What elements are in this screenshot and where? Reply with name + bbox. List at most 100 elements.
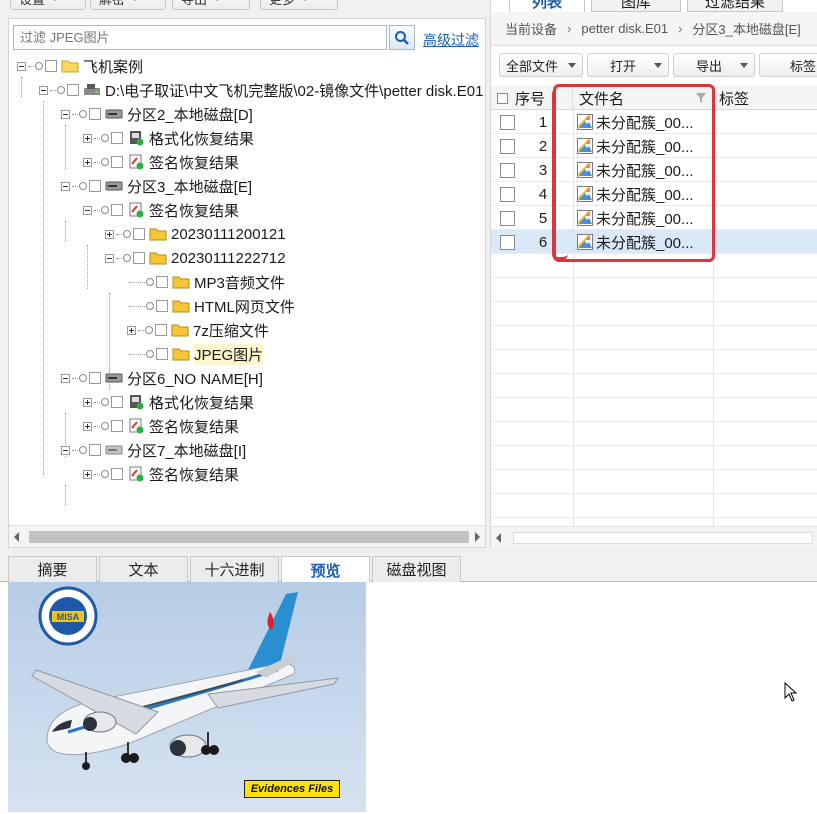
scrollbar-track[interactable] — [513, 532, 813, 544]
tree-checkbox[interactable] — [89, 180, 101, 192]
row-checkbox[interactable] — [500, 114, 515, 130]
tree-horizontal-scrollbar[interactable] — [9, 525, 485, 547]
tree-node-mp3[interactable]: MP3音频文件 — [129, 271, 285, 293]
tab-filter-results[interactable]: 过滤结果 — [687, 0, 783, 12]
filter-search-button[interactable] — [389, 25, 415, 50]
tree-checkbox[interactable] — [133, 252, 145, 264]
tree-node-7z[interactable]: 7z压缩文件 — [127, 319, 269, 341]
tree-node-partition-i[interactable]: 分区7_本地磁盘[I] — [61, 439, 246, 461]
expand-icon[interactable] — [83, 469, 92, 479]
tab-gallery[interactable]: 图库 — [591, 0, 681, 12]
radio-icon — [101, 398, 109, 406]
tree-node-label: MP3音频文件 — [194, 274, 285, 292]
settings-button[interactable]: 设置 — [10, 0, 86, 10]
tree-checkbox[interactable] — [89, 108, 101, 120]
tree-checkbox[interactable] — [45, 60, 57, 72]
row-checkbox[interactable] — [500, 186, 515, 202]
tree-node-jpeg[interactable]: JPEG图片 — [129, 343, 264, 365]
tree-checkbox[interactable] — [111, 204, 123, 216]
decrypt-button[interactable]: 解密 — [90, 0, 166, 10]
advanced-filter-link[interactable]: 高级过滤 — [423, 30, 479, 50]
expand-icon[interactable] — [83, 157, 92, 167]
breadcrumb-item[interactable]: petter disk.E01 — [581, 21, 668, 36]
tree-node-format-recovery[interactable]: 格式化恢复结果 — [83, 127, 254, 149]
chevron-down-icon — [213, 0, 222, 1]
tree-checkbox[interactable] — [89, 372, 101, 384]
grid-horizontal-scrollbar[interactable] — [491, 526, 817, 548]
tree-node-signature-recovery[interactable]: 签名恢复结果 — [83, 151, 239, 173]
tree-node-folder-222712[interactable]: 20230111222712 — [105, 247, 286, 269]
export-top-label: 导出 — [181, 0, 207, 8]
tab-disk-view[interactable]: 磁盘视图 — [372, 556, 461, 582]
collapse-icon[interactable] — [83, 205, 92, 215]
tree-node-case[interactable]: 飞机案例 — [17, 55, 143, 77]
tree-checkbox[interactable] — [111, 156, 123, 168]
tree-node-signature-recovery-i[interactable]: 签名恢复结果 — [83, 463, 239, 485]
row-checkbox[interactable] — [500, 138, 515, 154]
export-top-button[interactable]: 导出 — [172, 0, 250, 10]
select-all-checkbox[interactable] — [497, 92, 508, 104]
tree-node-folder-200121[interactable]: 20230111200121 — [105, 223, 286, 245]
tab-hex[interactable]: 十六进制 — [190, 556, 279, 582]
more-button[interactable]: 更多 — [260, 0, 338, 10]
tree-checkbox[interactable] — [111, 132, 123, 144]
misa-logo: MISA — [38, 586, 98, 646]
scrollbar-thumb[interactable] — [29, 531, 469, 543]
radio-icon — [145, 326, 153, 334]
tree-node-label: 分区3_本地磁盘[E] — [127, 178, 253, 196]
tab-summary[interactable]: 摘要 — [8, 556, 97, 582]
scroll-left-icon[interactable] — [14, 532, 19, 542]
tree-checkbox[interactable] — [111, 396, 123, 408]
tree-checkbox[interactable] — [111, 468, 123, 480]
scroll-left-icon[interactable] — [496, 533, 501, 543]
tree-checkbox[interactable] — [89, 444, 101, 456]
radio-icon — [123, 254, 131, 262]
collapse-icon[interactable] — [61, 181, 70, 191]
tab-list[interactable]: 列表 — [509, 0, 585, 12]
breadcrumb-item[interactable]: 分区3_本地磁盘[E] — [692, 19, 800, 38]
collapse-icon[interactable] — [105, 253, 114, 263]
tree-checkbox[interactable] — [111, 420, 123, 432]
row-checkbox[interactable] — [500, 234, 515, 250]
tree-checkbox[interactable] — [156, 300, 168, 312]
tree-node-label: 格式化恢复结果 — [149, 394, 255, 412]
tab-preview[interactable]: 预览 — [281, 556, 370, 583]
expand-icon[interactable] — [83, 133, 92, 143]
tree-checkbox[interactable] — [133, 228, 145, 240]
tree-node-format-recovery-h[interactable]: 格式化恢复结果 — [83, 391, 254, 413]
tag-button[interactable]: 标签 — [759, 53, 817, 77]
expand-icon[interactable] — [83, 421, 92, 431]
tree-node-signature-recovery-e[interactable]: 签名恢复结果 — [83, 199, 239, 221]
tree-checkbox[interactable] — [156, 348, 168, 360]
radio-icon — [123, 230, 131, 238]
collapse-icon[interactable] — [61, 373, 70, 383]
tree-checkbox[interactable] — [67, 84, 79, 96]
tree-checkbox[interactable] — [156, 276, 168, 288]
tree-checkbox[interactable] — [155, 324, 167, 336]
row-checkbox[interactable] — [500, 210, 515, 226]
collapse-icon[interactable] — [61, 445, 70, 455]
breadcrumb-item[interactable]: 当前设备 — [505, 19, 557, 38]
tree-node-image-file[interactable]: D:\电子取证\中文飞机完整版\02-镜像文件\petter disk.E01 — [39, 79, 483, 101]
collapse-icon[interactable] — [17, 61, 26, 71]
tab-label: 文本 — [128, 562, 159, 579]
tree-node-signature-recovery-h[interactable]: 签名恢复结果 — [83, 415, 239, 437]
scroll-right-icon[interactable] — [475, 532, 480, 542]
column-tag[interactable]: 标签 — [713, 86, 817, 110]
expand-icon[interactable] — [105, 229, 114, 239]
collapse-icon[interactable] — [61, 109, 70, 119]
open-button[interactable]: 打开 — [587, 53, 669, 77]
tab-text[interactable]: 文本 — [99, 556, 188, 582]
expand-icon[interactable] — [83, 397, 92, 407]
all-files-dropdown[interactable]: 全部文件 — [499, 53, 583, 77]
tree-node-partition-h[interactable]: 分区6_NO NAME[H] — [61, 367, 263, 389]
tree-node-partition-d[interactable]: 分区2_本地磁盘[D] — [61, 103, 253, 125]
tree-node-label: 7z压缩文件 — [193, 322, 269, 340]
tree-node-partition-e[interactable]: 分区3_本地磁盘[E] — [61, 175, 252, 197]
row-checkbox[interactable] — [500, 162, 515, 178]
tree-filter-input[interactable] — [13, 25, 387, 50]
export-button[interactable]: 导出 — [673, 53, 755, 77]
expand-icon[interactable] — [127, 325, 136, 335]
collapse-icon[interactable] — [39, 85, 48, 95]
tree-node-html[interactable]: HTML网页文件 — [129, 295, 295, 317]
